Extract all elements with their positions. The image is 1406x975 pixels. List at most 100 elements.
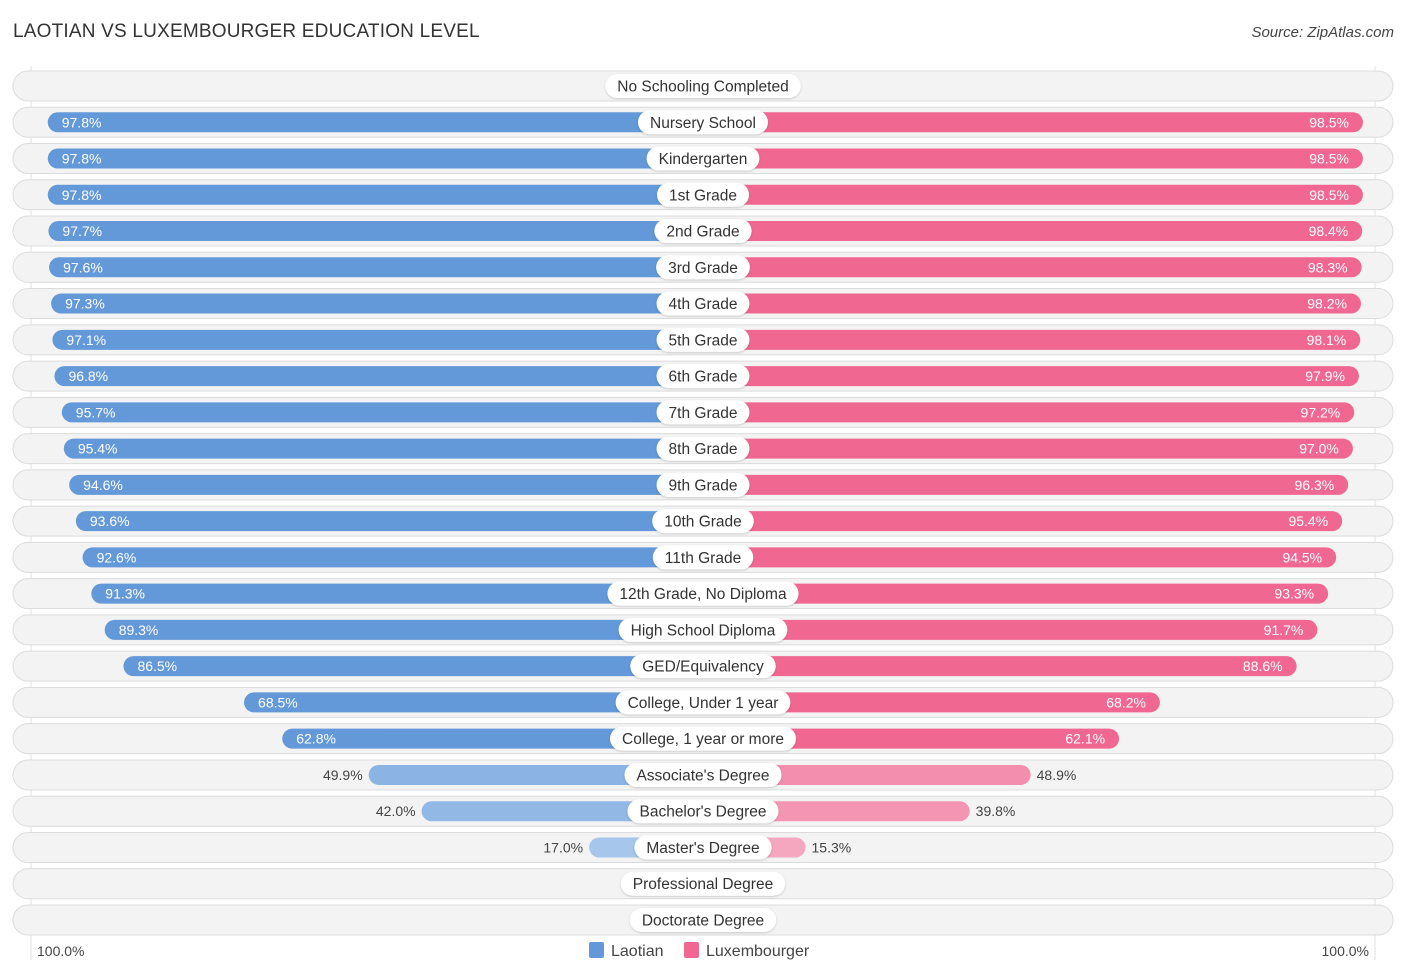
chart-row: 68.5% 68.2% College, Under 1 year (12, 686, 1394, 718)
chart-row: 49.9% 48.9% Associate's Degree (12, 759, 1394, 791)
chart-row: 97.3% 98.2% 4th Grade (12, 288, 1394, 320)
axis-label-left: 100.0% (37, 943, 84, 959)
category-label: 4th Grade (669, 296, 738, 313)
value-label-laotian: 96.8% (68, 368, 108, 384)
bar-luxembourger (703, 547, 1337, 568)
value-label-luxembourger: 98.5% (1309, 151, 1349, 167)
bar-laotian (82, 547, 703, 568)
value-label-luxembourger: 48.9% (1037, 767, 1077, 783)
education-chart: 2.2%1.6%No Schooling Completed 97.8% 98.5%… (12, 66, 1394, 960)
chart-row: 92.6% 94.5% 11th Grade (12, 541, 1394, 573)
value-label-luxembourger: 98.5% (1309, 114, 1349, 130)
value-label-laotian: 95.7% (76, 404, 116, 420)
category-label: 8th Grade (669, 441, 738, 458)
legend-swatch-luxembourger (684, 942, 699, 958)
value-label-luxembourger: 98.3% (1308, 259, 1348, 275)
chart-rows: 2.2%1.6%No Schooling Completed 97.8% 98.5%… (12, 66, 1394, 960)
value-label-luxembourger: 98.5% (1309, 187, 1349, 203)
bar-luxembourger (703, 438, 1353, 459)
axis-label-right: 100.0% (1322, 943, 1369, 959)
chart-row: 97.8% 98.5% Nursery School (12, 106, 1394, 138)
bar-luxembourger (703, 656, 1297, 677)
value-label-laotian: 42.0% (376, 803, 416, 819)
value-label-laotian: 89.3% (119, 622, 159, 638)
chart-row: 94.6% 96.3% 9th Grade (12, 469, 1394, 501)
chart-row: 42.0% 39.8% Bachelor's Degree (12, 795, 1394, 827)
value-label-laotian: 97.3% (65, 296, 105, 312)
category-label: Kindergarten (659, 151, 748, 168)
chart-row: 86.5% 88.6% GED/Equivalency (12, 650, 1394, 682)
value-label-luxembourger: 97.2% (1301, 404, 1341, 420)
value-label-luxembourger: 95.4% (1288, 513, 1328, 529)
value-label-luxembourger: 97.0% (1299, 441, 1339, 457)
value-label-laotian: 97.1% (66, 332, 106, 348)
category-label: Professional Degree (633, 876, 773, 893)
value-label-luxembourger: 88.6% (1243, 658, 1283, 674)
legend-label-laotian: Laotian (611, 943, 664, 960)
chart-row: 95.7% 97.2% 7th Grade (12, 396, 1394, 428)
category-label: Doctorate Degree (642, 912, 764, 929)
bar-luxembourger (703, 112, 1363, 133)
chart-row: 97.7% 98.4% 2nd Grade (12, 215, 1394, 247)
bar-luxembourger (703, 329, 1361, 350)
chart-row: 97.1% 98.1% 5th Grade (12, 324, 1394, 356)
chart-row: 62.8% 62.1% College, 1 year or more (12, 723, 1394, 755)
value-label-laotian: 97.6% (63, 259, 103, 275)
value-label-luxembourger: 96.3% (1295, 477, 1335, 493)
category-label: 3rd Grade (668, 260, 738, 277)
value-label-laotian: 86.5% (137, 658, 177, 674)
category-label: 6th Grade (669, 369, 738, 386)
value-label-luxembourger: 98.4% (1309, 223, 1349, 239)
value-label-laotian: 17.0% (543, 839, 583, 855)
category-label: 2nd Grade (666, 224, 739, 241)
bar-luxembourger (703, 148, 1363, 169)
bar-laotian (47, 112, 704, 133)
bar-luxembourger (703, 511, 1343, 532)
bar-laotian (49, 257, 703, 278)
chart-row: 97.8% 98.5% 1st Grade (12, 179, 1394, 211)
value-label-laotian: 62.8% (296, 731, 336, 747)
bar-laotian (48, 221, 704, 242)
chart-row: 97.6% 98.3% 3rd Grade (12, 251, 1394, 283)
value-label-laotian: 49.9% (323, 767, 363, 783)
bar-luxembourger (703, 257, 1362, 278)
value-label-laotian: 95.4% (78, 441, 118, 457)
value-label-luxembourger: 98.2% (1307, 296, 1347, 312)
bar-luxembourger (703, 402, 1355, 423)
category-label: 5th Grade (669, 332, 738, 349)
legend: Laotian Luxembourger (589, 942, 810, 960)
bar-luxembourger (703, 221, 1363, 242)
category-label: 12th Grade, No Diploma (619, 586, 787, 603)
value-label-laotian: 97.8% (62, 187, 102, 203)
bar-laotian (123, 656, 703, 677)
value-label-laotian: 68.5% (258, 694, 298, 710)
value-label-luxembourger: 62.1% (1065, 731, 1105, 747)
category-label: High School Diploma (631, 622, 776, 639)
value-label-luxembourger: 93.3% (1274, 586, 1314, 602)
chart-row: 96.8% 97.9% 6th Grade (12, 360, 1394, 392)
bar-laotian (47, 184, 704, 205)
bar-luxembourger (703, 619, 1318, 640)
category-label: 7th Grade (669, 405, 738, 422)
category-label: 9th Grade (669, 477, 738, 494)
chart-row: 97.8% 98.5% Kindergarten (12, 143, 1394, 175)
chart-row: 5.2%4.6%Professional Degree (12, 868, 1394, 900)
bar-laotian (75, 511, 703, 532)
chart-row: 95.4% 97.0% 8th Grade (12, 433, 1394, 465)
value-label-laotian: 94.6% (83, 477, 123, 493)
chart-row: 91.3% 93.3% 12th Grade, No Diploma (12, 578, 1394, 610)
chart-row: 2.2%1.6%No Schooling Completed (12, 70, 1394, 102)
value-label-luxembourger: 97.9% (1305, 368, 1345, 384)
value-label-laotian: 93.6% (90, 513, 130, 529)
chart-row: 2.3%1.9%Doctorate Degree (12, 904, 1394, 936)
bar-laotian (47, 148, 704, 169)
category-label: Nursery School (650, 115, 756, 132)
bar-luxembourger (703, 366, 1359, 387)
bar-laotian (63, 438, 703, 459)
legend-label-luxembourger: Luxembourger (706, 943, 810, 960)
category-label: 1st Grade (669, 187, 737, 204)
value-label-luxembourger: 15.3% (812, 839, 852, 855)
value-label-laotian: 91.3% (105, 586, 145, 602)
category-label: Master's Degree (646, 840, 759, 857)
bar-laotian (104, 619, 703, 640)
